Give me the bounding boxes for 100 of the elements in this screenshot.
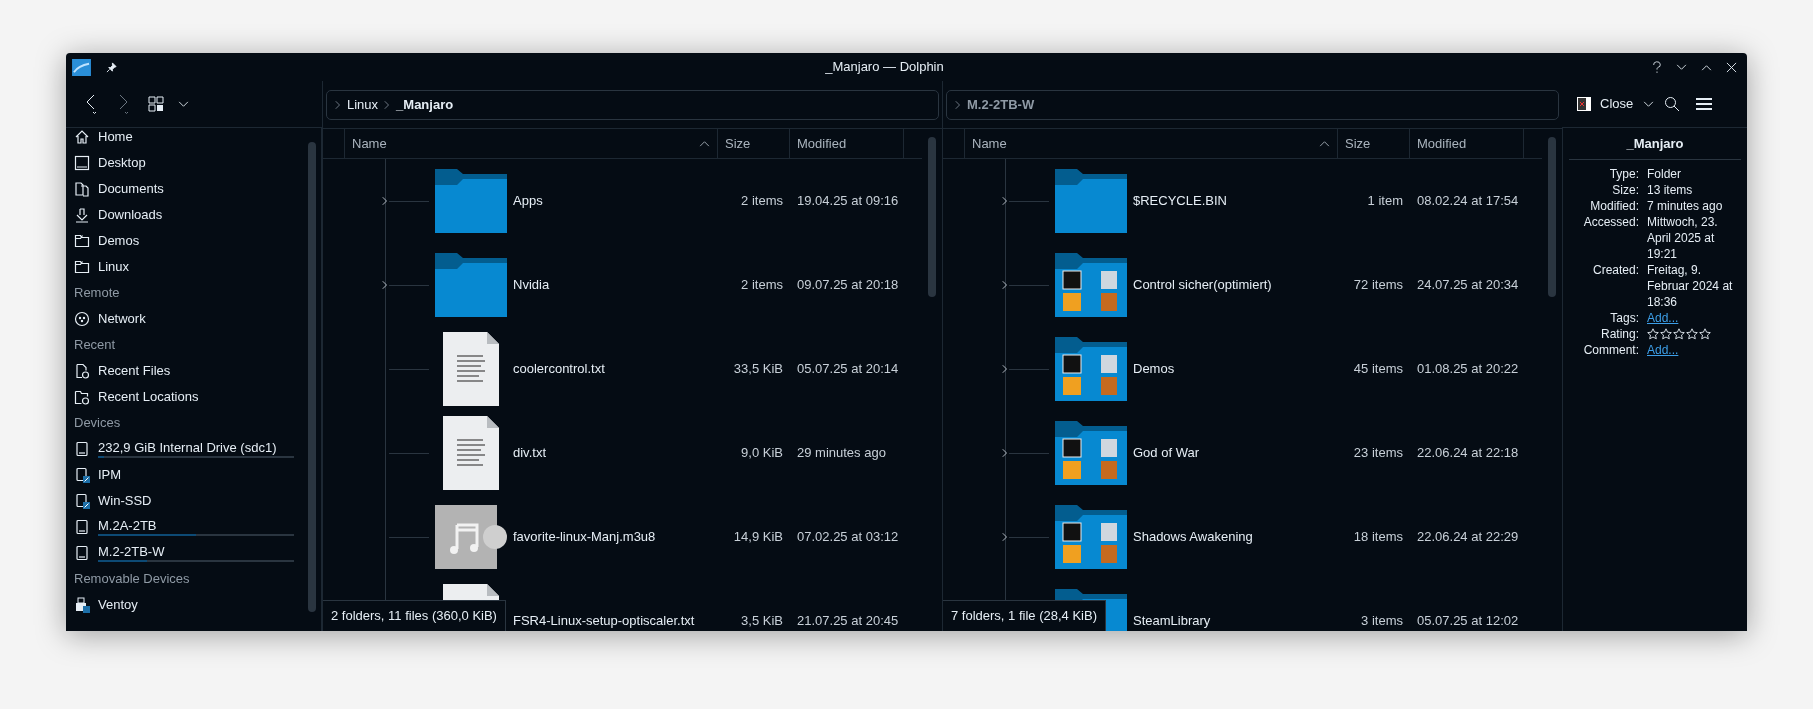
file-modified: 24.07.25 at 20:34 bbox=[1416, 276, 1520, 295]
file-size: 3,5 KiB bbox=[740, 612, 784, 631]
view-mode-icon[interactable] bbox=[148, 96, 164, 112]
expand-chevron-icon[interactable] bbox=[382, 280, 388, 290]
scrollbar[interactable] bbox=[307, 142, 316, 612]
file-modified: 08.02.24 at 17:54 bbox=[1416, 192, 1520, 211]
column-header[interactable]: Size bbox=[718, 129, 790, 158]
file-name: $RECYCLE.BIN bbox=[1132, 192, 1228, 211]
sidebar-item[interactable]: Downloads bbox=[66, 202, 302, 228]
scrollbar[interactable] bbox=[1548, 137, 1556, 297]
sidebar-label: Ventoy bbox=[98, 597, 139, 613]
expand-chevron-icon[interactable] bbox=[1002, 532, 1008, 542]
sidebar-label: Recent Files bbox=[98, 363, 172, 379]
file-size: 2 items bbox=[740, 276, 784, 295]
breadcrumb-item[interactable]: M.2-2TB-W bbox=[967, 94, 1035, 115]
menu-icon[interactable] bbox=[1696, 97, 1713, 111]
column-header[interactable]: Modified bbox=[1410, 129, 1524, 158]
drive-icon bbox=[74, 545, 90, 561]
file-size: 45 items bbox=[1352, 360, 1404, 379]
sidebar-label: Home bbox=[98, 129, 134, 145]
sidebar-label: M.2-2TB-W bbox=[98, 544, 166, 560]
sidebar-item[interactable]: Demos bbox=[66, 228, 302, 254]
help-icon[interactable] bbox=[1652, 60, 1662, 74]
close-split-button[interactable]: Close bbox=[1576, 94, 1634, 114]
column-header[interactable]: Size bbox=[1338, 129, 1410, 158]
expand-chevron-icon[interactable] bbox=[1002, 448, 1008, 458]
breadcrumb-bar[interactable]: Linux _Manjaro bbox=[326, 89, 939, 120]
rating-star-icon[interactable] bbox=[1699, 328, 1711, 340]
expand-chevron-icon[interactable] bbox=[382, 196, 388, 206]
sidebar-item[interactable]: Home bbox=[66, 124, 302, 150]
breadcrumb-bar[interactable]: M.2-2TB-W bbox=[946, 89, 1559, 120]
status-toast: 7 folders, 1 file (28,4 KiB) bbox=[943, 600, 1106, 631]
window-title: _Manjaro — Dolphin bbox=[824, 58, 945, 77]
sidebar-item[interactable]: M.2A-2TB bbox=[66, 514, 302, 540]
back-icon[interactable] bbox=[84, 93, 98, 115]
info-value: 13 items bbox=[1647, 182, 1694, 198]
minimize-icon[interactable] bbox=[1676, 63, 1687, 71]
download-icon bbox=[74, 207, 90, 223]
dropdown-caret-icon[interactable] bbox=[1643, 100, 1655, 108]
add-link[interactable]: Add... bbox=[1647, 311, 1679, 325]
sidebar-item[interactable]: Win-SSD bbox=[66, 488, 302, 514]
file-modified: 22.06.24 at 22:29 bbox=[1416, 528, 1520, 547]
column-header[interactable]: Modified bbox=[790, 129, 904, 158]
sidebar-item[interactable]: Recent Files bbox=[66, 358, 302, 384]
sidebar-label: IPM bbox=[98, 467, 123, 483]
file-name: div.txt bbox=[512, 444, 547, 463]
section-heading: Remote bbox=[73, 284, 121, 303]
chevron-right-icon bbox=[955, 99, 961, 110]
rating-star-icon[interactable] bbox=[1686, 328, 1698, 340]
file-modified: 22.06.24 at 22:18 bbox=[1416, 444, 1520, 463]
section-heading: Removable Devices bbox=[73, 570, 191, 589]
info-label: Modified: bbox=[1589, 198, 1639, 214]
sidebar-label: Demos bbox=[98, 233, 141, 249]
file-name: favorite-linux-Manj.m3u8 bbox=[512, 528, 657, 547]
dropdown-caret-icon[interactable] bbox=[178, 100, 189, 108]
status-toast: 2 folders, 11 files (360,0 KiB) bbox=[323, 600, 506, 631]
column-header[interactable]: Name bbox=[965, 129, 1338, 158]
sidebar-item[interactable]: IPM bbox=[66, 462, 302, 488]
sidebar-item[interactable]: Network bbox=[66, 306, 302, 332]
breadcrumb-item[interactable]: _Manjaro bbox=[396, 94, 454, 115]
folder-icon bbox=[74, 259, 90, 275]
sort-ascending-icon bbox=[699, 140, 710, 147]
file-size: 23 items bbox=[1352, 444, 1404, 463]
text-file-icon bbox=[443, 332, 499, 406]
scrollbar[interactable] bbox=[928, 137, 936, 297]
sidebar-item[interactable]: Ventoy bbox=[66, 592, 302, 618]
chevron-right-icon bbox=[335, 99, 341, 110]
expand-chevron-icon[interactable] bbox=[1002, 364, 1008, 374]
network-icon bbox=[74, 311, 90, 327]
app-icon bbox=[72, 58, 91, 76]
file-modified: 19.04.25 at 09:16 bbox=[796, 192, 900, 211]
breadcrumb-item[interactable]: Linux bbox=[347, 94, 379, 115]
pin-icon[interactable] bbox=[106, 61, 117, 73]
expand-chevron-icon[interactable] bbox=[1002, 196, 1008, 206]
add-link[interactable]: Add... bbox=[1647, 343, 1679, 357]
text-file-icon bbox=[443, 416, 499, 490]
sidebar-label: Desktop bbox=[98, 155, 147, 171]
info-label: Comment: bbox=[1582, 342, 1639, 358]
sidebar-item[interactable]: Linux bbox=[66, 254, 302, 280]
column-header[interactable]: Name bbox=[345, 129, 718, 158]
linked-drive-icon bbox=[74, 493, 90, 509]
sidebar-item[interactable]: 232,9 GiB Internal Drive (sdc1) bbox=[66, 436, 302, 462]
search-icon[interactable] bbox=[1664, 96, 1681, 112]
info-label: Size: bbox=[1611, 182, 1639, 198]
sidebar-item[interactable]: M.2-2TB-W bbox=[66, 540, 302, 566]
file-size: 18 items bbox=[1352, 528, 1404, 547]
rating-star-icon[interactable] bbox=[1647, 328, 1659, 340]
file-size: 33,5 KiB bbox=[732, 360, 784, 379]
expand-chevron-icon[interactable] bbox=[1002, 280, 1008, 290]
file-name: God of War bbox=[1132, 444, 1200, 463]
sidebar-item[interactable]: Desktop bbox=[66, 150, 302, 176]
rating-star-icon[interactable] bbox=[1673, 328, 1685, 340]
desktop-icon bbox=[74, 155, 90, 171]
file-name: SteamLibrary bbox=[1132, 612, 1212, 631]
close-icon[interactable] bbox=[1726, 61, 1737, 73]
file-name: Control sicher(optimiert) bbox=[1132, 276, 1273, 295]
rating-star-icon[interactable] bbox=[1660, 328, 1672, 340]
maximize-icon[interactable] bbox=[1701, 63, 1712, 71]
sidebar-item[interactable]: Documents bbox=[66, 176, 302, 202]
sidebar-item[interactable]: Recent Locations bbox=[66, 384, 302, 410]
